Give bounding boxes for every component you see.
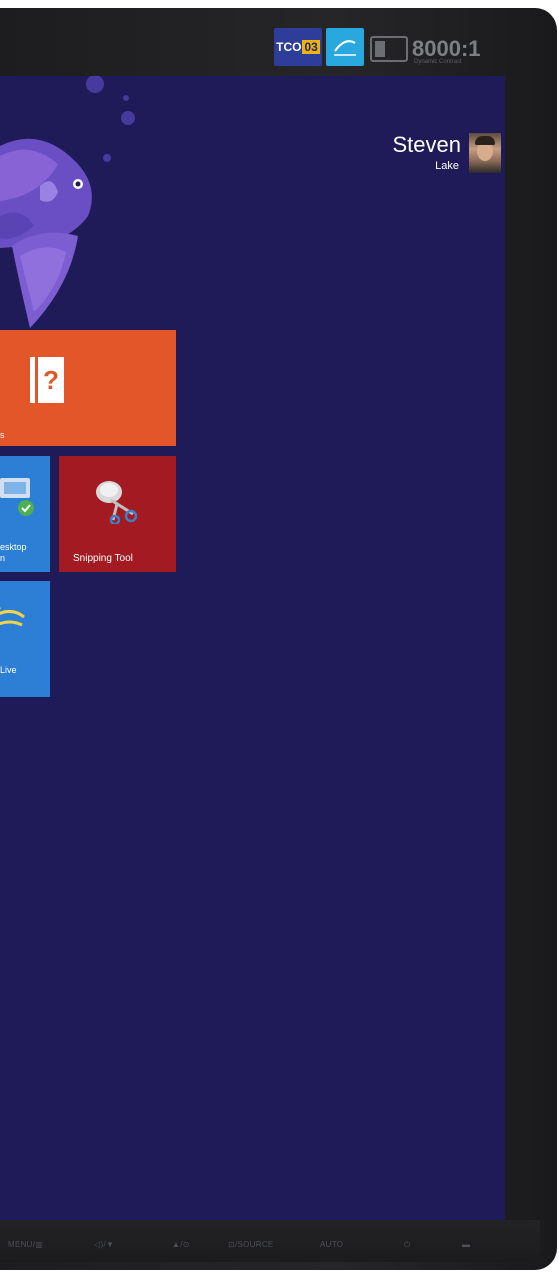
tile-help-and-tips[interactable]: ? s: [0, 330, 176, 446]
tco-certification-sticker: TCO 03: [274, 28, 322, 66]
contrast-icon: [370, 36, 408, 62]
tile-snipping-tool[interactable]: Snipping Tool: [59, 456, 176, 572]
energy-star-icon: [334, 40, 356, 56]
tile-live-label: Live: [0, 665, 17, 675]
menu-button[interactable]: MENU/▥: [8, 1240, 43, 1249]
auto-button[interactable]: AUTO: [320, 1240, 343, 1249]
contrast-subtitle: Dynamic Contrast: [414, 59, 462, 65]
up-button[interactable]: ▲/⊙: [172, 1240, 190, 1249]
fish-background-art: [0, 76, 135, 328]
user-name[interactable]: Steven: [393, 132, 462, 158]
svg-text:?: ?: [43, 365, 59, 395]
volume-button[interactable]: ◁)/▼: [94, 1240, 114, 1249]
user-subtitle[interactable]: Lake: [435, 160, 459, 172]
monitor-button-bar: MENU/▥ ◁)/▼ ▲/⊙ ⊡/SOURCE AUTO ⏻ ▬: [0, 1240, 520, 1256]
power-led-icon: ▬: [462, 1240, 471, 1249]
contrast-ratio-badge: 8000:1 Dynamic Contrast: [370, 32, 481, 66]
tco-number: 03: [302, 40, 320, 54]
tile-help-label: s: [0, 430, 5, 440]
tco-label: TCO: [276, 40, 302, 54]
source-button[interactable]: ⊡/SOURCE: [228, 1240, 274, 1249]
start-screen: Steven Lake ? s esktop n Snipping Tool L…: [0, 76, 505, 1220]
tile-remote-desktop-label: esktop n: [0, 542, 27, 563]
tile-remote-desktop[interactable]: esktop n: [0, 456, 50, 572]
tile-live[interactable]: Live: [0, 581, 50, 697]
remote-desktop-icon: [0, 478, 34, 516]
energy-star-sticker: [326, 28, 364, 66]
avatar[interactable]: [469, 133, 501, 173]
tile-snipping-label: Snipping Tool: [73, 553, 133, 564]
power-icon[interactable]: ⏻: [404, 1240, 411, 1250]
contrast-ratio-text: 8000:1: [412, 36, 481, 61]
scissors-icon: [96, 481, 138, 524]
avatar-hair: [475, 136, 495, 145]
help-book-icon: ?: [30, 357, 64, 403]
live-swirl-icon: [0, 606, 25, 627]
